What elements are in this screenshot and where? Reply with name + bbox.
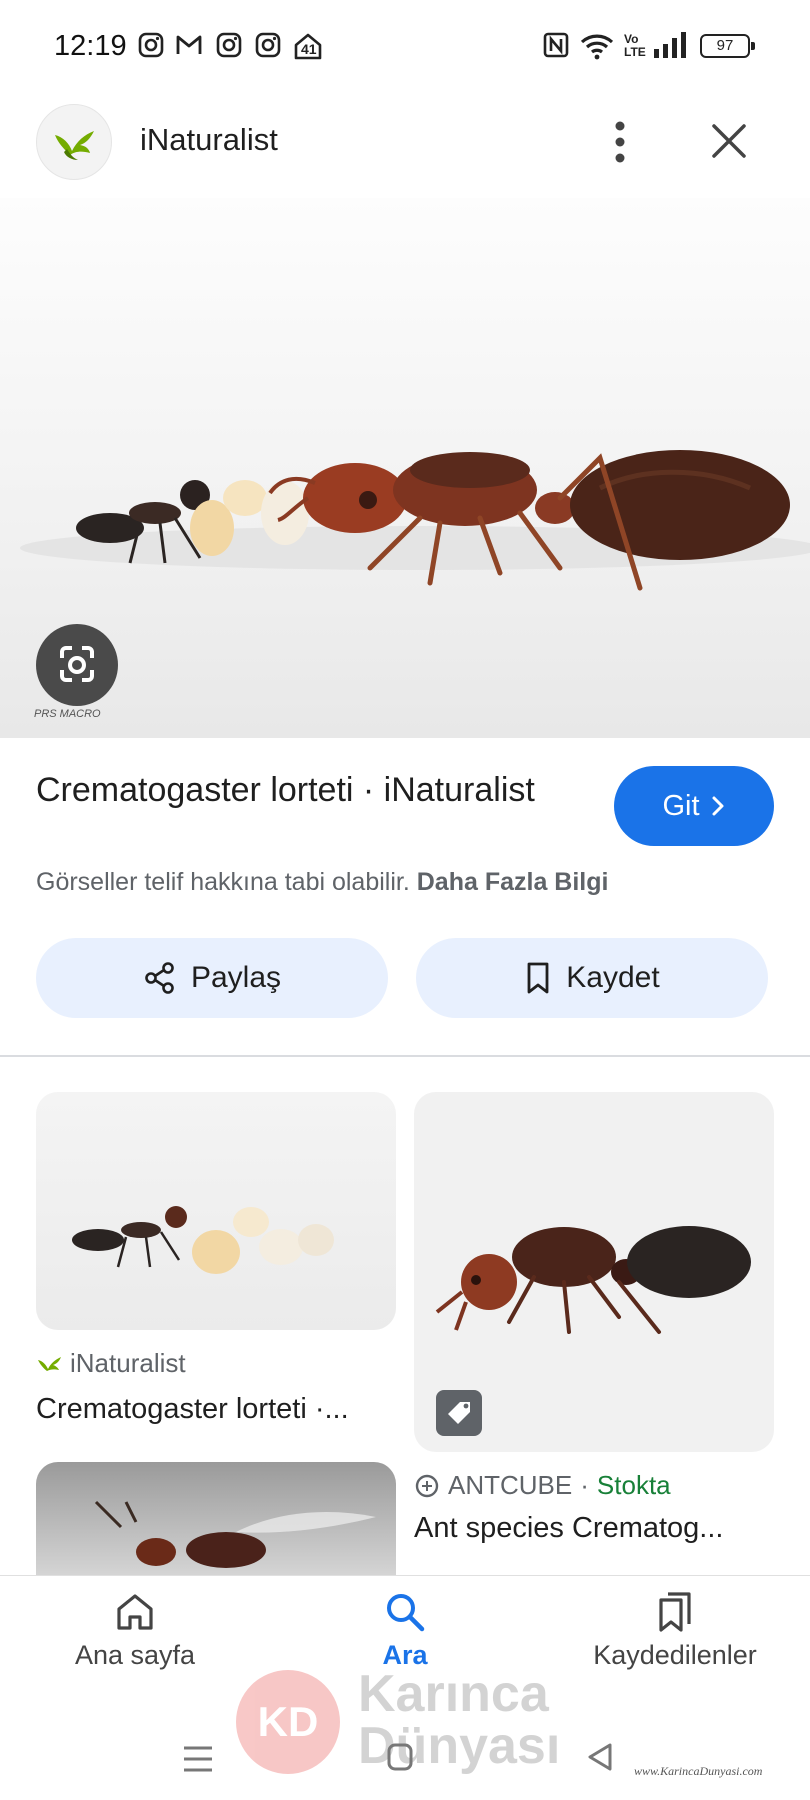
home-icon (117, 1594, 153, 1630)
chevron-right-icon (712, 796, 724, 816)
home-nav-icon[interactable] (386, 1742, 414, 1772)
nav-label-home: Ana sayfa (74, 1640, 196, 1670)
volte-icon: Vo LTE (624, 32, 646, 59)
photo-watermark: PRS MACRO (34, 708, 101, 720)
lens-icon (60, 646, 94, 682)
related-source-name: iNaturalist (70, 1348, 186, 1378)
home-badge-count: 41 (301, 41, 317, 57)
related-image-3[interactable] (36, 1462, 396, 1582)
home-badge-icon: 41 (293, 32, 323, 60)
nav-item-saved[interactable]: Kaydedilenler (565, 1590, 785, 1671)
ant-queen-photo (20, 450, 810, 591)
go-button-label: Git (662, 789, 700, 822)
related-source-1: iNaturalist (36, 1348, 186, 1379)
instagram-icon (216, 32, 242, 58)
section-divider (0, 1055, 810, 1057)
share-icon (145, 962, 174, 994)
winged-ant-photo (94, 1500, 376, 1568)
related-source-2: ANTCUBE · Stokta (414, 1470, 671, 1501)
inaturalist-logo (36, 104, 112, 180)
result-title[interactable]: Crematogaster lorteti · iNaturalist (36, 768, 576, 812)
related-title-2[interactable]: Ant species Crematog... (414, 1512, 723, 1545)
instagram-icon (138, 32, 164, 58)
close-button[interactable] (705, 115, 753, 167)
shopping-tag-badge[interactable] (436, 1390, 482, 1436)
nav-item-home[interactable]: Ana sayfa (25, 1590, 245, 1671)
bookmarks-icon (659, 1592, 691, 1632)
stock-status: Stokta (596, 1470, 671, 1500)
more-options-button[interactable] (605, 112, 635, 172)
tag-icon (448, 1402, 470, 1424)
separator-dot: · (580, 1470, 589, 1500)
nav-item-search[interactable]: Ara (295, 1590, 515, 1671)
related-title-1[interactable]: Crematogaster lorteti ·... (36, 1393, 349, 1426)
save-button[interactable]: Kaydet (416, 938, 768, 1018)
nav-label-saved: Kaydedilenler (593, 1640, 757, 1670)
watermark-line1: Karınca (358, 1665, 549, 1723)
signal-icon (654, 32, 686, 58)
bird-icon (38, 1356, 61, 1371)
hero-image[interactable] (0, 198, 810, 738)
more-info-link[interactable]: Daha Fazla Bilgi (417, 868, 609, 896)
copyright-text: Görseller telif hakkına tabi olabilir. (36, 868, 410, 896)
ant-photo (72, 1206, 334, 1274)
save-label: Kaydet (566, 961, 660, 994)
antcube-logo-icon (415, 1474, 439, 1497)
go-button[interactable]: Git (614, 766, 774, 846)
share-button[interactable]: Paylaş (36, 938, 388, 1018)
system-navigation-bar (0, 1720, 810, 1800)
close-icon (712, 124, 746, 158)
bookmark-icon (527, 962, 549, 994)
watermark-site: www.KarincaDunyasi.com (634, 1764, 763, 1778)
status-time: 12:19 (54, 30, 127, 62)
bird-icon (55, 131, 94, 160)
status-bar: 12:19 41 Vo LTE 97 (0, 0, 810, 92)
gmail-icon (176, 35, 202, 54)
google-lens-button[interactable] (36, 624, 118, 706)
wifi-icon (580, 34, 614, 60)
battery-indicator: 97 (700, 34, 755, 58)
back-icon[interactable] (586, 1742, 614, 1772)
more-vert-icon (615, 121, 625, 163)
app-title: iNaturalist (140, 122, 278, 157)
copyright-notice: Görseller telif hakkına tabi olabilir. D… (36, 868, 608, 897)
share-label: Paylaş (190, 961, 282, 994)
recent-apps-icon[interactable] (182, 1744, 214, 1774)
instagram-icon (255, 32, 281, 58)
search-icon (387, 1594, 425, 1632)
nfc-icon (543, 32, 569, 58)
related-image-1[interactable] (36, 1092, 396, 1330)
related-source-name: ANTCUBE (448, 1470, 573, 1500)
